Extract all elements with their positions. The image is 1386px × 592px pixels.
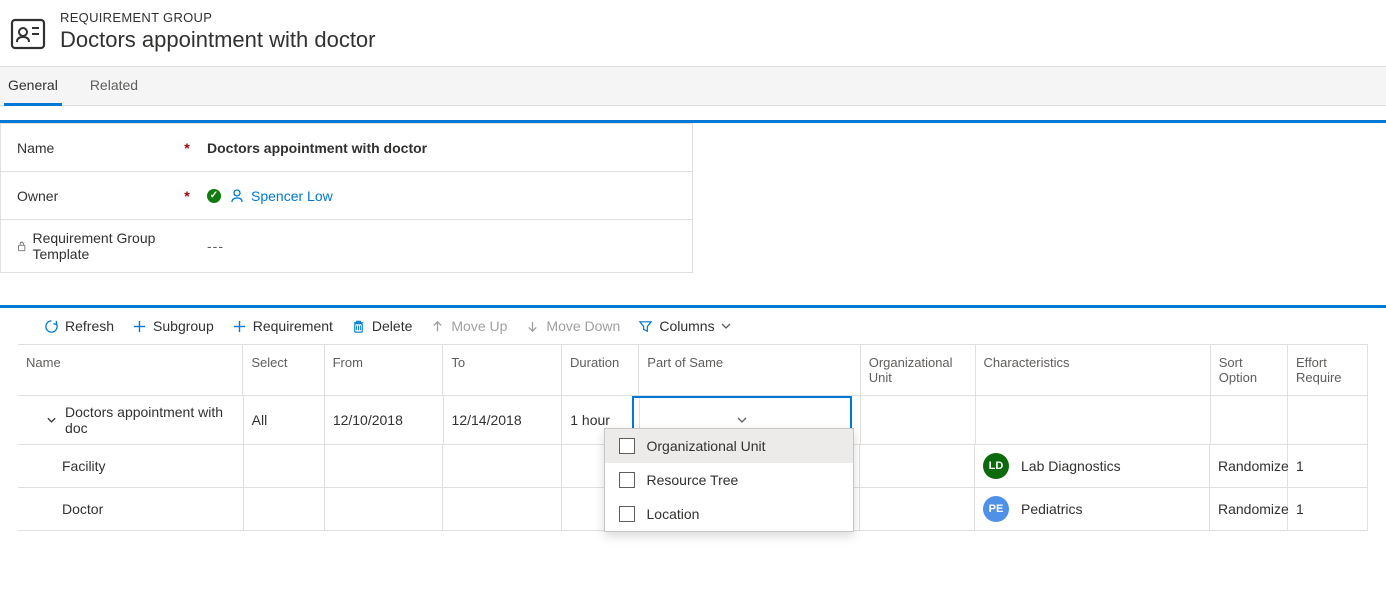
col-select[interactable]: Select bbox=[243, 345, 324, 395]
tabs: General Related bbox=[0, 66, 1386, 106]
dropdown-option-location[interactable]: Location bbox=[605, 497, 853, 531]
requirement-button[interactable]: Requirement bbox=[232, 318, 333, 334]
row-to[interactable]: 12/14/2018 bbox=[444, 396, 563, 444]
person-icon bbox=[229, 188, 245, 204]
grid-toolbar: Refresh Subgroup Requirement Delete Move… bbox=[0, 308, 1386, 344]
owner-link[interactable]: Spencer Low bbox=[229, 188, 333, 204]
page-header: REQUIREMENT GROUP Doctors appointment wi… bbox=[0, 0, 1386, 66]
row-select[interactable] bbox=[244, 488, 325, 530]
tab-related[interactable]: Related bbox=[86, 67, 142, 105]
page-title: Doctors appointment with doctor bbox=[60, 27, 376, 53]
col-from[interactable]: From bbox=[325, 345, 444, 395]
row-partof-selected[interactable]: Organizational Unit Resource Tree Locati… bbox=[640, 396, 861, 444]
template-value[interactable]: --- bbox=[207, 238, 224, 254]
refresh-icon bbox=[44, 319, 59, 334]
plus-icon bbox=[132, 319, 147, 334]
row-from[interactable] bbox=[325, 445, 444, 487]
chevron-down-icon[interactable] bbox=[46, 414, 57, 426]
owner-name: Spencer Low bbox=[251, 188, 333, 204]
checkbox-icon bbox=[619, 472, 635, 488]
columns-button[interactable]: Columns bbox=[638, 318, 730, 334]
row-from[interactable]: 12/10/2018 bbox=[325, 396, 444, 444]
form-row-owner: Owner * Spencer Low bbox=[1, 172, 692, 220]
row-orgunit[interactable] bbox=[861, 396, 976, 444]
row-effort[interactable] bbox=[1288, 396, 1368, 444]
trash-icon bbox=[351, 319, 366, 334]
row-effort[interactable]: 1 bbox=[1288, 445, 1368, 487]
row-name[interactable]: Facility bbox=[18, 445, 244, 487]
partof-dropdown: Organizational Unit Resource Tree Locati… bbox=[604, 428, 854, 532]
requirement-group-icon bbox=[8, 14, 48, 54]
owner-label: Owner bbox=[17, 188, 177, 204]
chevron-down-icon bbox=[721, 321, 731, 331]
required-indicator: * bbox=[177, 188, 197, 204]
row-select[interactable]: All bbox=[244, 396, 325, 444]
filter-icon bbox=[638, 319, 653, 334]
col-sort[interactable]: Sort Option bbox=[1211, 345, 1288, 395]
dropdown-option-resourcetree[interactable]: Resource Tree bbox=[605, 463, 853, 497]
char-badge: PE bbox=[983, 496, 1009, 522]
row-name[interactable]: Doctor bbox=[18, 488, 244, 530]
name-label: Name bbox=[17, 140, 177, 156]
row-sort[interactable]: Randomize bbox=[1210, 445, 1288, 487]
delete-button[interactable]: Delete bbox=[351, 318, 412, 334]
form-row-name: Name * Doctors appointment with doctor bbox=[1, 124, 692, 172]
form-panel: Name * Doctors appointment with doctor O… bbox=[0, 123, 693, 273]
col-to[interactable]: To bbox=[443, 345, 562, 395]
arrow-up-icon bbox=[430, 319, 445, 334]
row-sort[interactable]: Randomize bbox=[1210, 488, 1288, 530]
row-effort[interactable]: 1 bbox=[1288, 488, 1368, 530]
row-char[interactable]: LD Lab Diagnostics bbox=[975, 445, 1210, 487]
col-characteristics[interactable]: Characteristics bbox=[976, 345, 1211, 395]
name-value[interactable]: Doctors appointment with doctor bbox=[207, 140, 427, 156]
lock-icon bbox=[17, 239, 26, 253]
row-char[interactable] bbox=[976, 396, 1211, 444]
grid-header-row: Name Select From To Duration Part of Sam… bbox=[18, 345, 1368, 396]
row-to[interactable] bbox=[443, 488, 562, 530]
required-indicator: * bbox=[177, 140, 197, 156]
subgroup-button[interactable]: Subgroup bbox=[132, 318, 214, 334]
row-char[interactable]: PE Pediatrics bbox=[975, 488, 1210, 530]
template-label: Requirement Group Template bbox=[17, 230, 177, 262]
row-select[interactable] bbox=[244, 445, 325, 487]
col-duration[interactable]: Duration bbox=[562, 345, 639, 395]
refresh-button[interactable]: Refresh bbox=[44, 318, 114, 334]
arrow-down-icon bbox=[525, 319, 540, 334]
dropdown-option-orgunit[interactable]: Organizational Unit bbox=[605, 429, 853, 463]
row-orgunit[interactable] bbox=[860, 445, 975, 487]
row-name[interactable]: Doctors appointment with doc bbox=[18, 396, 244, 444]
char-badge: LD bbox=[983, 453, 1009, 479]
col-orgunit[interactable]: Organizational Unit bbox=[861, 345, 976, 395]
movedown-button: Move Down bbox=[525, 318, 620, 334]
entity-label: REQUIREMENT GROUP bbox=[60, 10, 376, 25]
col-name[interactable]: Name bbox=[18, 345, 243, 395]
tab-general[interactable]: General bbox=[4, 67, 62, 105]
requirements-grid: Name Select From To Duration Part of Sam… bbox=[18, 344, 1368, 531]
table-row[interactable]: Doctors appointment with doc All 12/10/2… bbox=[18, 396, 1368, 445]
row-to[interactable] bbox=[443, 445, 562, 487]
row-orgunit[interactable] bbox=[860, 488, 975, 530]
online-status-icon bbox=[207, 189, 221, 203]
col-effort[interactable]: Effort Require bbox=[1288, 345, 1368, 395]
moveup-button: Move Up bbox=[430, 318, 507, 334]
spacer bbox=[0, 273, 1386, 305]
row-sort[interactable] bbox=[1211, 396, 1288, 444]
plus-icon bbox=[232, 319, 247, 334]
row-from[interactable] bbox=[325, 488, 444, 530]
chevron-down-icon bbox=[737, 415, 747, 425]
checkbox-icon bbox=[619, 506, 635, 522]
checkbox-icon bbox=[619, 438, 635, 454]
col-partof[interactable]: Part of Same bbox=[639, 345, 860, 395]
form-row-template: Requirement Group Template --- bbox=[1, 220, 692, 272]
